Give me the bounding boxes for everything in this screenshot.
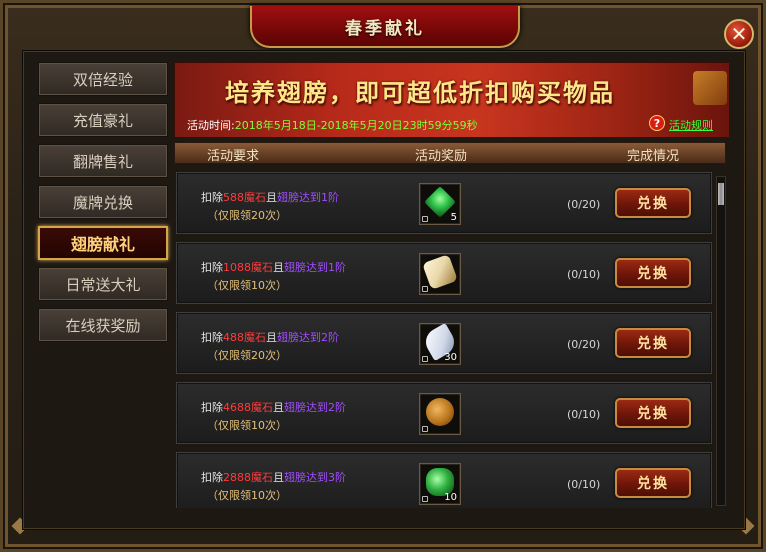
reward-item-slot[interactable]: 30 [419, 322, 461, 365]
table-row: 扣除4688魔石且翅膀达到2阶 （仅限领10次） (0/10) 兑换 [176, 382, 712, 444]
req-and: 且 [273, 401, 284, 414]
help-icon[interactable]: ? [649, 115, 665, 131]
req-wing-level: 翅膀达到2阶 [277, 331, 339, 344]
exchange-button[interactable]: 兑换 [615, 468, 691, 498]
req-cost: 2888魔石 [223, 471, 273, 484]
lock-icon [422, 286, 428, 292]
banner-slogan: 培养翅膀，即可超低折扣购买物品 [225, 78, 615, 107]
window-title: 春季献礼 [345, 18, 425, 39]
sidebar-item-label: 魔牌兑换 [72, 193, 133, 212]
progress-count: (0/20) [567, 198, 601, 211]
header-requirement: 活动要求 [207, 149, 260, 164]
close-icon: ✕ [730, 22, 748, 46]
requirement-text: 扣除588魔石且翅膀达到1阶 [201, 189, 339, 205]
req-cost: 4688魔石 [223, 401, 273, 414]
reward-item-slot[interactable] [419, 253, 461, 295]
progress-count: (0/10) [567, 478, 601, 491]
sidebar-item-daily-gift[interactable]: 日常送大礼 [38, 267, 168, 301]
sidebar-item-recharge-gift[interactable]: 充值豪礼 [38, 103, 168, 137]
rules-link[interactable]: 活动规则 [669, 117, 713, 133]
sidebar-item-wing-gift[interactable]: 翅膀献礼 [38, 226, 168, 260]
req-prefix: 扣除 [201, 261, 223, 274]
req-cost: 588魔石 [223, 191, 266, 204]
lock-icon [422, 496, 428, 502]
scroll-token-icon [422, 254, 458, 290]
sidebar: 双倍经验 充值豪礼 翻牌售礼 魔牌兑换 翅膀献礼 日常送大礼 在线获奖励 [38, 62, 168, 349]
req-and: 且 [266, 331, 277, 344]
table-row: 扣除588魔石且翅膀达到1阶 （仅限领20次） 5 (0/20) 兑换 [176, 172, 712, 234]
req-prefix: 扣除 [201, 331, 223, 344]
req-and: 且 [273, 471, 284, 484]
reward-item-slot[interactable]: 10 [419, 463, 461, 505]
req-prefix: 扣除 [201, 191, 223, 204]
sidebar-item-label: 在线获奖励 [65, 316, 141, 335]
lock-icon [422, 216, 428, 222]
item-quantity: 10 [444, 492, 457, 503]
sidebar-item-label: 翅膀献礼 [70, 235, 135, 254]
reward-item-slot[interactable] [419, 393, 461, 435]
lock-icon [422, 426, 428, 432]
item-quantity: 5 [450, 212, 457, 223]
req-and: 且 [266, 191, 277, 204]
event-time: 活动时间:2018年5月18日-2018年5月20日23时59分59秒 [187, 117, 478, 133]
requirement-text: 扣除2888魔石且翅膀达到3阶 [201, 469, 346, 485]
req-cost: 1088魔石 [223, 261, 273, 274]
event-time-label: 活动时间: [187, 119, 235, 132]
req-and: 且 [273, 261, 284, 274]
event-banner: 培养翅膀，即可超低折扣购买物品 活动时间:2018年5月18日-2018年5月2… [174, 62, 730, 138]
exchange-button[interactable]: 兑换 [615, 258, 691, 288]
reward-list: 扣除588魔石且翅膀达到1阶 （仅限领20次） 5 (0/20) 兑换 扣除10… [176, 172, 712, 508]
claim-limit: （仅限领10次） [207, 279, 287, 292]
sidebar-item-magic-card-exchange[interactable]: 魔牌兑换 [38, 185, 168, 219]
exchange-button[interactable]: 兑换 [615, 398, 691, 428]
event-time-value: 2018年5月18日-2018年5月20日23时59分59秒 [234, 119, 478, 132]
table-row: 扣除1088魔石且翅膀达到1阶 （仅限领10次） (0/10) 兑换 [176, 242, 712, 304]
requirement-text: 扣除1088魔石且翅膀达到1阶 [201, 259, 346, 275]
item-quantity: 30 [444, 352, 457, 363]
claim-limit: （仅限领10次） [207, 419, 287, 432]
sidebar-item-label: 日常送大礼 [65, 275, 141, 294]
requirement-text: 扣除4688魔石且翅膀达到2阶 [201, 399, 346, 415]
table-row: 扣除2888魔石且翅膀达到3阶 （仅限领10次） 10 (0/10) 兑换 [176, 452, 712, 508]
sidebar-item-online-reward[interactable]: 在线获奖励 [38, 308, 168, 342]
claim-limit: （仅限领20次） [207, 349, 287, 362]
exchange-button[interactable]: 兑换 [615, 188, 691, 218]
progress-count: (0/20) [567, 338, 601, 351]
sidebar-item-label: 双倍经验 [72, 70, 133, 89]
lock-icon [422, 356, 428, 362]
req-wing-level: 翅膀达到2阶 [284, 401, 346, 414]
table-header: 活动要求 活动奖励 完成情况 [174, 142, 726, 164]
header-reward: 活动奖励 [415, 149, 468, 164]
sidebar-item-card-flip-sale[interactable]: 翻牌售礼 [38, 144, 168, 178]
bronze-coin-icon [426, 398, 454, 426]
requirement-text: 扣除488魔石且翅膀达到2阶 [201, 329, 339, 345]
claim-limit: （仅限领20次） [207, 209, 287, 222]
progress-count: (0/10) [567, 408, 601, 421]
sidebar-item-label: 翻牌售礼 [72, 152, 133, 171]
claim-limit: （仅限领10次） [207, 489, 287, 502]
req-wing-level: 翅膀达到1阶 [284, 261, 346, 274]
req-prefix: 扣除 [201, 401, 223, 414]
reward-item-slot[interactable]: 5 [419, 183, 461, 225]
progress-count: (0/10) [567, 268, 601, 281]
sidebar-item-double-exp[interactable]: 双倍经验 [38, 62, 168, 96]
header-status: 完成情况 [627, 149, 680, 164]
req-prefix: 扣除 [201, 471, 223, 484]
scroll-thumb[interactable] [718, 183, 724, 205]
req-cost: 488魔石 [223, 331, 266, 344]
window-title-bar: 春季献礼 [250, 6, 520, 48]
gift-box-icon [693, 71, 727, 105]
close-button[interactable]: ✕ [724, 19, 754, 49]
exchange-button[interactable]: 兑换 [615, 328, 691, 358]
table-row: 扣除488魔石且翅膀达到2阶 （仅限领20次） 30 (0/20) 兑换 [176, 312, 712, 374]
req-wing-level: 翅膀达到1阶 [277, 191, 339, 204]
sidebar-item-label: 充值豪礼 [72, 111, 133, 130]
req-wing-level: 翅膀达到3阶 [284, 471, 346, 484]
list-scrollbar[interactable] [716, 176, 726, 506]
